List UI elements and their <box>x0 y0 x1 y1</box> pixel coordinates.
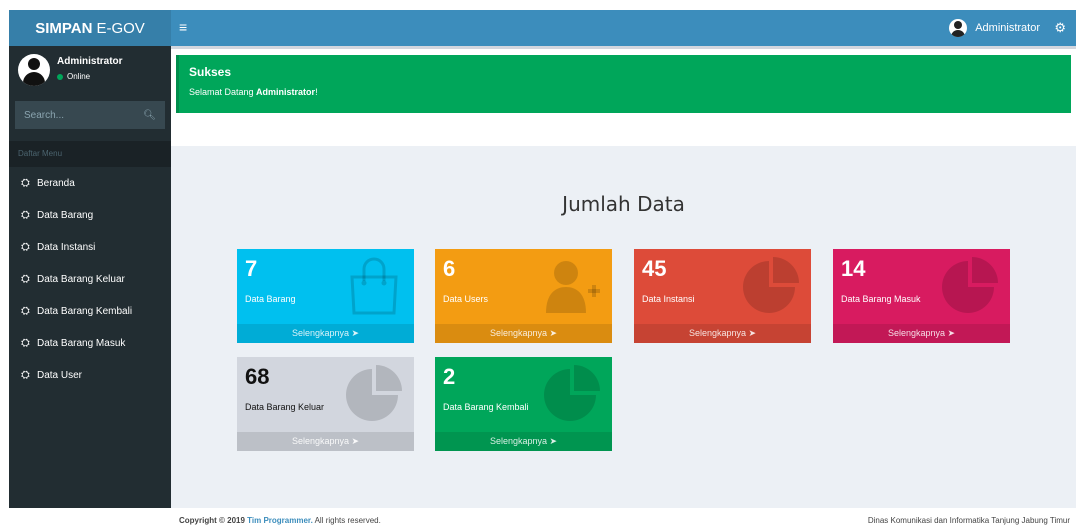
link-icon: ⛭ <box>21 240 30 253</box>
sidebar-item-label: Data Barang Keluar <box>37 273 125 285</box>
more-info-link[interactable]: Selengkapnya ➤ <box>237 432 414 451</box>
sidebar-item-data-instansi[interactable]: ⛭ Data Instansi <box>9 231 171 263</box>
copyright: Copyright © 2019 Tim Programmer. All rig… <box>179 516 381 525</box>
stat-label: Data Barang Keluar <box>245 402 325 412</box>
stat-box-data-users: 6 Data Users Selengkapnya ➤ <box>435 249 612 343</box>
alert-user-name: Administrator <box>256 87 316 97</box>
stat-value: 2 <box>443 364 456 389</box>
user-status: Online <box>57 72 90 81</box>
more-info-label: Selengkapnya <box>688 328 746 338</box>
pie-chart-icon <box>743 257 799 313</box>
menu-header: Daftar Menu <box>9 141 171 167</box>
pie-chart-icon <box>346 365 402 421</box>
stat-value: 14 <box>841 256 866 281</box>
sidebar-item-data-barang-kembali[interactable]: ⛭ Data Barang Kembali <box>9 295 171 327</box>
more-info-label: Selengkapnya <box>291 436 349 446</box>
more-info-label: Selengkapnya <box>887 328 945 338</box>
link-icon: ⛭ <box>21 272 30 285</box>
user-panel: Administrator Online <box>9 46 171 96</box>
pie-chart-icon <box>544 365 600 421</box>
stat-box-data-barang: 7 Data Barang Selengkapnya ➤ <box>237 249 414 343</box>
user-plus-icon <box>546 261 600 313</box>
shopping-bag-icon <box>350 257 398 315</box>
arrow-circle-right-icon: ➤ <box>549 328 558 338</box>
stat-label: Data Barang <box>245 294 296 304</box>
stat-box-data-barang-masuk: 14 Data Barang Masuk Selengkapnya ➤ <box>833 249 1010 343</box>
stat-value: 68 <box>245 364 270 389</box>
alert-message: Selamat Datang Administrator! <box>189 87 1061 97</box>
stat-value: 45 <box>642 256 667 281</box>
stat-label: Data Barang Kembali <box>443 402 529 412</box>
online-dot-icon <box>57 73 63 80</box>
alert-suffix: ! <box>315 87 318 97</box>
pie-chart-icon <box>942 257 998 313</box>
app-logo[interactable]: SIMPAN E-GOV <box>9 10 171 46</box>
sidebar-item-beranda[interactable]: ⛭ Beranda <box>9 167 171 199</box>
stat-label: Data Users <box>443 294 489 304</box>
more-info-label: Selengkapnya <box>489 436 547 446</box>
stat-value: 7 <box>245 256 258 281</box>
success-alert: Sukses Selamat Datang Administrator! <box>176 55 1071 113</box>
sidebar-item-data-user[interactable]: ⛭ Data User <box>9 359 171 391</box>
gears-icon[interactable]: ⚙ <box>1054 20 1066 36</box>
arrow-circle-right-icon: ➤ <box>351 328 360 338</box>
sidebar-search: 🔍︎ <box>15 101 165 129</box>
alert-title: Sukses <box>189 65 232 79</box>
arrow-circle-right-icon: ➤ <box>549 436 558 446</box>
nav-user-name: Administrator <box>975 22 1040 34</box>
search-input[interactable] <box>24 109 134 121</box>
avatar <box>18 54 50 86</box>
copyright-prefix: Copyright © 2019 <box>179 516 248 525</box>
user-menu[interactable]: Administrator <box>949 10 1040 46</box>
footer-org: Dinas Komunikasi dan Informatika Tanjung… <box>867 516 1070 525</box>
stat-box-data-instansi: 45 Data Instansi Selengkapnya ➤ <box>634 249 811 343</box>
main-content: Sukses Selamat Datang Administrator! Jum… <box>171 46 1076 508</box>
sidebar-item-label: Beranda <box>37 177 75 189</box>
sidebar-item-label: Data Instansi <box>37 241 96 253</box>
footer: Copyright © 2019 Tim Programmer. All rig… <box>171 508 1076 532</box>
logo-bold: SIMPAN <box>35 19 93 37</box>
team-link[interactable]: Tim Programmer. <box>247 516 313 525</box>
more-info-label: Selengkapnya <box>489 328 547 338</box>
arrow-circle-right-icon: ➤ <box>748 328 757 338</box>
more-info-link[interactable]: Selengkapnya ➤ <box>634 324 811 343</box>
arrow-circle-right-icon: ➤ <box>351 436 360 446</box>
link-icon: ⛭ <box>21 176 30 189</box>
stat-box-data-barang-keluar: 68 Data Barang Keluar Selengkapnya ➤ <box>237 357 414 451</box>
link-icon: ⛭ <box>21 304 30 317</box>
sidebar-item-data-barang[interactable]: ⛭ Data Barang <box>9 199 171 231</box>
sidebar-item-label: Data Barang Masuk <box>37 337 126 349</box>
arrow-circle-right-icon: ➤ <box>947 328 956 338</box>
more-info-link[interactable]: Selengkapnya ➤ <box>833 324 1010 343</box>
sidebar-item-data-barang-keluar[interactable]: ⛭ Data Barang Keluar <box>9 263 171 295</box>
sidebar-item-label: Data Barang <box>37 209 94 221</box>
sidebar: Administrator Online 🔍︎ Daftar Menu ⛭ Ber… <box>9 46 171 508</box>
status-text: Online <box>67 72 91 81</box>
more-info-link[interactable]: Selengkapnya ➤ <box>435 432 612 451</box>
sidebar-item-data-barang-masuk[interactable]: ⛭ Data Barang Masuk <box>9 327 171 359</box>
more-info-link[interactable]: Selengkapnya ➤ <box>237 324 414 343</box>
search-icon[interactable]: 🔍︎ <box>143 110 156 121</box>
sidebar-item-label: Data Barang Kembali <box>37 305 133 317</box>
sidebar-item-label: Data User <box>37 369 83 381</box>
stat-label: Data Barang Masuk <box>841 294 921 304</box>
sidebar-menu: ⛭ Beranda ⛭ Data Barang ⛭ Data Instansi ⛭ Da… <box>9 167 171 391</box>
more-info-label: Selengkapnya <box>291 328 349 338</box>
stat-box-data-barang-kembali: 2 Data Barang Kembali Selengkapnya ➤ <box>435 357 612 451</box>
sidebar-user-name: Administrator <box>57 56 123 67</box>
logo-rest: E-GOV <box>96 19 145 37</box>
link-icon: ⛭ <box>21 208 30 221</box>
rights-text: All rights reserved. <box>312 516 381 525</box>
avatar-icon <box>949 19 968 37</box>
more-info-link[interactable]: Selengkapnya ➤ <box>435 324 612 343</box>
menu-icon[interactable]: ≡ <box>179 19 187 35</box>
link-icon: ⛭ <box>21 368 30 381</box>
top-navbar: ≡ Administrator ⚙ <box>171 10 1076 46</box>
alert-strip: Sukses Selamat Datang Administrator! <box>171 46 1076 146</box>
stat-label: Data Instansi <box>642 294 695 304</box>
page-title: Jumlah Data <box>562 192 685 216</box>
stat-value: 6 <box>443 256 456 281</box>
alert-prefix: Selamat Datang <box>189 87 257 97</box>
link-icon: ⛭ <box>21 336 30 349</box>
